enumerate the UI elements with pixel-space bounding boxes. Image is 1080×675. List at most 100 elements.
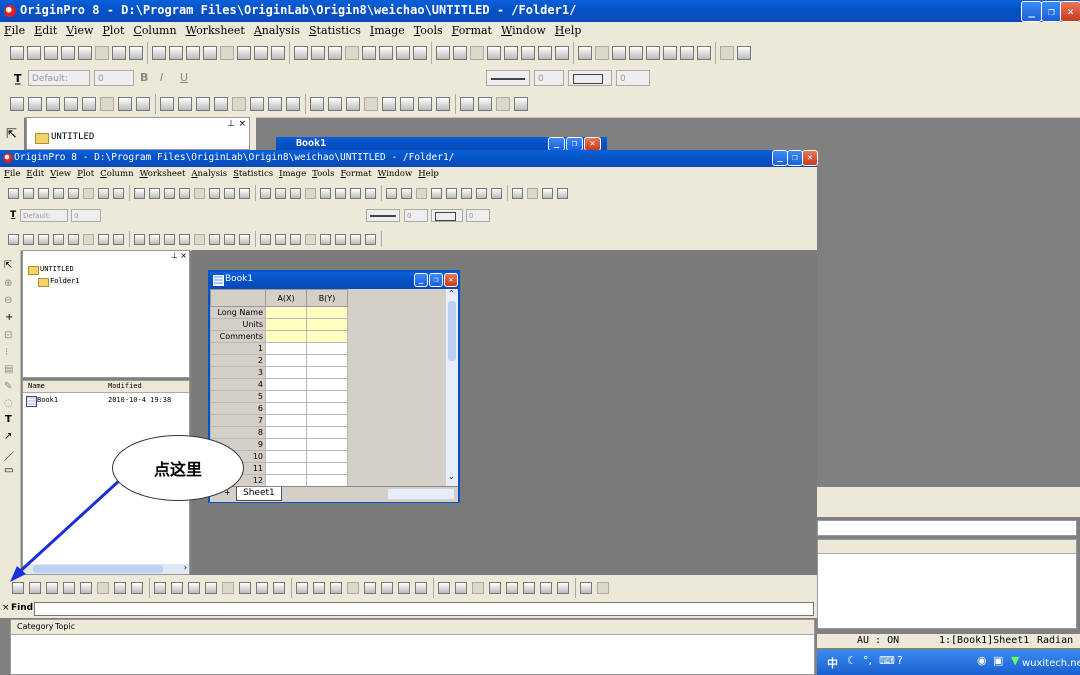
- menu-format[interactable]: Format: [452, 22, 492, 39]
- toolbar-button-icon[interactable]: [386, 188, 397, 199]
- row-number[interactable]: 3: [210, 366, 266, 379]
- data-reader-icon[interactable]: +: [5, 312, 13, 323]
- toolbar-button-icon[interactable]: [179, 188, 190, 199]
- toolbar-button-icon[interactable]: [580, 582, 592, 594]
- toolbar-button-icon[interactable]: [400, 97, 414, 111]
- toolbar-button-icon[interactable]: [446, 188, 457, 199]
- toolbar-button-icon[interactable]: [273, 582, 285, 594]
- row-number[interactable]: 7: [210, 414, 266, 427]
- outer-minimize-button[interactable]: _: [1021, 1, 1042, 22]
- find-input[interactable]: [34, 602, 814, 616]
- toolbar-button-icon[interactable]: [239, 234, 250, 245]
- toolbar-button-icon[interactable]: [250, 97, 264, 111]
- cell[interactable]: [265, 450, 307, 463]
- toolbar-button-icon[interactable]: [646, 46, 660, 60]
- toolbar-button-icon[interactable]: [305, 234, 316, 245]
- toolbar-button-icon[interactable]: [154, 582, 166, 594]
- toolbar-button-icon[interactable]: [382, 97, 396, 111]
- line-style-combo[interactable]: [486, 70, 530, 86]
- corner-cell[interactable]: [210, 289, 266, 307]
- toolbar-button-icon[interactable]: [335, 188, 346, 199]
- toolbar-button-icon[interactable]: [555, 46, 569, 60]
- toolbar-button-icon[interactable]: [328, 97, 342, 111]
- toolbar-button-icon[interactable]: [53, 188, 64, 199]
- region-tool-icon[interactable]: ◌: [4, 398, 13, 409]
- inner-font-style-icon[interactable]: T̲: [10, 210, 16, 220]
- inner-minimize-button[interactable]: _: [772, 150, 788, 166]
- cell[interactable]: [306, 474, 348, 486]
- help-icon[interactable]: ?: [897, 654, 903, 667]
- toolbar-button-icon[interactable]: [472, 582, 484, 594]
- toolbar-button-icon[interactable]: [268, 97, 282, 111]
- menu-analysis[interactable]: Analysis: [254, 22, 300, 39]
- inner-app-icon[interactable]: [3, 153, 13, 163]
- toolbar-button-icon[interactable]: [27, 46, 41, 60]
- toolbar-button-icon[interactable]: [436, 97, 450, 111]
- toolbar-button-icon[interactable]: [431, 188, 442, 199]
- toolbar-button-icon[interactable]: [364, 97, 378, 111]
- ime-indicator[interactable]: 中: [827, 655, 838, 671]
- toolbar-button-icon[interactable]: [290, 188, 301, 199]
- toolbar-button-icon[interactable]: [663, 46, 677, 60]
- draw-data-icon[interactable]: ✎: [4, 381, 12, 392]
- cell[interactable]: [306, 450, 348, 463]
- menu-view[interactable]: View: [66, 22, 93, 39]
- cell[interactable]: [306, 330, 348, 343]
- mask-tool-icon[interactable]: ▤: [4, 364, 13, 375]
- toolbar-button-icon[interactable]: [737, 46, 751, 60]
- toolbar-button-icon[interactable]: [310, 97, 324, 111]
- toolbar-button-icon[interactable]: [8, 234, 19, 245]
- pointer-tool-icon[interactable]: ⇱: [4, 260, 12, 271]
- font-size-combo[interactable]: 0: [94, 70, 134, 86]
- toolbar-button-icon[interactable]: [209, 188, 220, 199]
- vscroll-up-icon[interactable]: ⌃: [448, 289, 455, 298]
- inner-menu-edit[interactable]: Edit: [26, 167, 44, 182]
- pe-list-item[interactable]: Book1 2010-10-4 19:38: [23, 395, 189, 407]
- toolbar-button-icon[interactable]: [112, 46, 126, 60]
- toolbar-button-icon[interactable]: [260, 234, 271, 245]
- moon-icon[interactable]: ☾: [847, 654, 857, 667]
- cell[interactable]: [265, 342, 307, 355]
- cell[interactable]: [265, 318, 307, 331]
- cell[interactable]: [306, 438, 348, 451]
- toolbar-button-icon[interactable]: [214, 97, 228, 111]
- toolbar-button-icon[interactable]: [347, 582, 359, 594]
- toolbar-button-icon[interactable]: [413, 46, 427, 60]
- toolbar-button-icon[interactable]: [470, 46, 484, 60]
- toolbar-button-icon[interactable]: [95, 46, 109, 60]
- row-label-comments[interactable]: Comments: [210, 330, 266, 343]
- toolbar-button-icon[interactable]: [305, 188, 316, 199]
- toolbar-button-icon[interactable]: [540, 582, 552, 594]
- toolbar-button-icon[interactable]: [38, 188, 49, 199]
- toolbar-button-icon[interactable]: [313, 582, 325, 594]
- toolbar-button-icon[interactable]: [398, 582, 410, 594]
- toolbar-button-icon[interactable]: [557, 582, 569, 594]
- toolbar-button-icon[interactable]: [169, 46, 183, 60]
- data-selector-icon[interactable]: ⁝: [5, 347, 8, 358]
- toolbar-button-icon[interactable]: [28, 97, 42, 111]
- cell[interactable]: [306, 414, 348, 427]
- inner-menu-window[interactable]: Window: [378, 167, 413, 182]
- menu-edit[interactable]: Edit: [34, 22, 57, 39]
- toolbar-button-icon[interactable]: [294, 46, 308, 60]
- root-folder-label[interactable]: UNTITLED: [40, 265, 74, 273]
- toolbar-button-icon[interactable]: [53, 234, 64, 245]
- hscroll-track[interactable]: [388, 489, 454, 499]
- toolbar-button-icon[interactable]: [113, 234, 124, 245]
- toolbar-button-icon[interactable]: [523, 582, 535, 594]
- outer-title-bar[interactable]: OriginPro 8 - D:\Program Files\OriginLab…: [0, 0, 1080, 22]
- menu-file[interactable]: File: [4, 22, 25, 39]
- inner-fill-size-combo[interactable]: 0: [466, 209, 490, 222]
- toolbar-button-icon[interactable]: [461, 188, 472, 199]
- toolbar-button-icon[interactable]: [260, 188, 271, 199]
- cell[interactable]: [265, 426, 307, 439]
- cell[interactable]: [265, 330, 307, 343]
- cell[interactable]: [306, 378, 348, 391]
- toolbar-button-icon[interactable]: [196, 97, 210, 111]
- cell[interactable]: [306, 306, 348, 319]
- toolbar-button-icon[interactable]: [578, 46, 592, 60]
- screen-reader-icon[interactable]: ⊡: [4, 330, 12, 341]
- cell[interactable]: [306, 366, 348, 379]
- pe-scroll-right-icon[interactable]: ›: [184, 563, 187, 572]
- toolbar-button-icon[interactable]: [296, 582, 308, 594]
